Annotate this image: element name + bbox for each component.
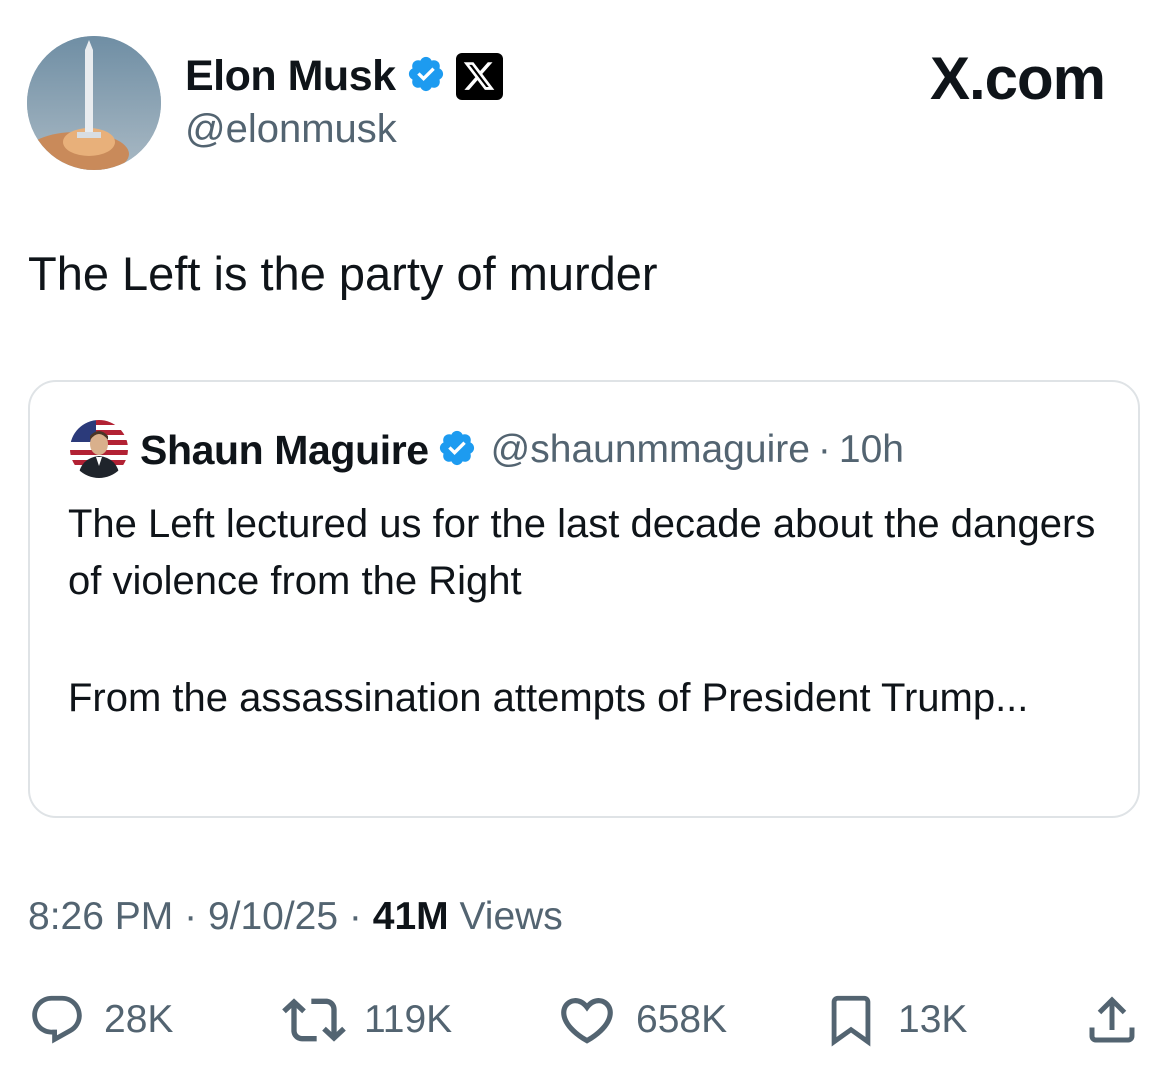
author-name-row: Elon Musk xyxy=(185,50,503,102)
post-date[interactable]: 9/10/25 xyxy=(208,895,338,938)
heart-icon xyxy=(556,989,618,1051)
author-handle[interactable]: @elonmusk xyxy=(185,107,397,152)
quoted-header: Shaun Maguire @shaunmmaguire · 10h xyxy=(140,422,904,478)
x-logo-icon xyxy=(455,52,503,100)
repost-button[interactable]: 119K xyxy=(282,985,452,1055)
bookmark-button[interactable]: 13K xyxy=(822,985,967,1055)
like-count: 658K xyxy=(636,998,728,1041)
bookmark-icon xyxy=(822,989,880,1051)
post-time[interactable]: 8:26 PM xyxy=(28,895,173,938)
quoted-text-paragraph-1: The Left lectured us for the last decade… xyxy=(68,502,1096,603)
post-meta: 8:26 PM · 9/10/25 · 41M Views xyxy=(28,895,563,939)
meta-separator: · xyxy=(348,895,362,938)
quoted-age[interactable]: 10h xyxy=(839,428,904,472)
site-label: X.com xyxy=(929,45,1106,112)
quoted-handle[interactable]: @shaunmmaguire xyxy=(491,428,810,472)
repost-icon xyxy=(282,988,346,1052)
reply-count: 28K xyxy=(104,998,174,1041)
quoted-author-avatar[interactable] xyxy=(70,420,128,478)
share-icon xyxy=(1082,989,1142,1051)
repost-count: 119K xyxy=(364,998,453,1041)
like-button[interactable]: 658K xyxy=(556,985,727,1055)
bookmark-count: 13K xyxy=(898,998,968,1041)
quoted-post-card[interactable]: Shaun Maguire @shaunmmaguire · 10h The L… xyxy=(28,380,1140,818)
quoted-author-name[interactable]: Shaun Maguire xyxy=(140,427,429,474)
author-name[interactable]: Elon Musk xyxy=(185,52,396,101)
reply-icon xyxy=(28,991,86,1049)
reply-button[interactable]: 28K xyxy=(28,985,173,1055)
views-count: 41M xyxy=(372,895,449,938)
meta-separator: · xyxy=(184,895,198,938)
share-button[interactable] xyxy=(1082,985,1142,1055)
quoted-text-paragraph-2: From the assassination attempts of Presi… xyxy=(68,676,1029,720)
author-avatar[interactable] xyxy=(27,36,161,170)
verified-badge-icon xyxy=(437,428,477,473)
views-label: Views xyxy=(459,895,563,938)
verified-badge-icon xyxy=(406,54,446,99)
post-text: The Left is the party of murder xyxy=(28,247,658,300)
quoted-separator: · xyxy=(817,428,831,471)
